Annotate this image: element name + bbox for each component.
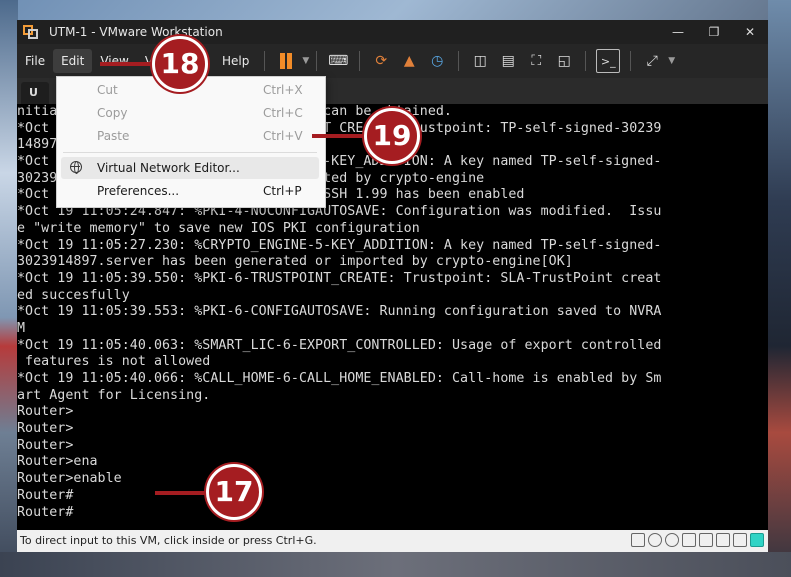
callout-17-badge: 17 — [206, 464, 262, 520]
console-line: Router>enable — [17, 471, 122, 487]
window-title: UTM-1 - VMware Workstation — [49, 25, 223, 39]
console-line: art Agent for Licensing. — [17, 387, 211, 403]
toolbar-separator — [264, 51, 266, 71]
keyboard-icon: ⌨ — [328, 53, 349, 69]
console-line: M — [17, 320, 26, 336]
console-line: Router> — [17, 404, 74, 420]
console-line: Router> — [17, 421, 74, 437]
snapshot-icon: ⟳ — [375, 53, 388, 69]
toolbar-separator — [458, 51, 460, 71]
wallpaper-bottom — [0, 552, 791, 577]
console-line: e "write memory" to save new IOS PKI con… — [17, 220, 420, 236]
toolbar-separator — [359, 51, 361, 71]
toolbar-separator — [316, 51, 318, 71]
maximize-button[interactable]: ❐ — [696, 20, 732, 44]
network-adapter-icon[interactable] — [682, 533, 696, 547]
console-line: Router# — [17, 487, 74, 503]
terminal-icon: >_ — [600, 54, 616, 68]
chevron-down-icon[interactable]: ▼ — [668, 56, 675, 66]
console-line: Router# — [17, 504, 74, 520]
menu-item-copy[interactable]: Copy Ctrl+C — [57, 102, 323, 124]
vm-tab[interactable]: U — [21, 82, 49, 104]
callout-18-pointer — [100, 62, 160, 66]
console-view-button[interactable]: >_ — [596, 49, 621, 73]
minimize-button[interactable]: — — [660, 20, 696, 44]
console-line: *Oct 19 11:05:40.063: %SMART_LIC-6-EXPOR… — [17, 337, 662, 353]
network-adapter-icon[interactable] — [716, 533, 730, 547]
usb-icon[interactable] — [733, 533, 747, 547]
globe-icon — [70, 161, 82, 174]
snapshot-manager-button[interactable]: ◷ — [426, 50, 448, 72]
callout-19-pointer — [312, 134, 368, 138]
menu-item-virtual-network-editor[interactable]: Virtual Network Editor... — [61, 157, 319, 179]
status-text: To direct input to this VM, click inside… — [20, 534, 317, 547]
menu-view[interactable]: View — [92, 49, 136, 73]
console-line: *Oct 19 11:05:39.553: %PKI-6-CONFIGAUTOS… — [17, 304, 662, 320]
status-bar: To direct input to this VM, click inside… — [17, 530, 768, 552]
menu-item-paste[interactable]: Paste Ctrl+V — [57, 125, 323, 147]
send-ctrl-alt-del-button[interactable]: ⌨ — [327, 50, 349, 72]
full-screen-button[interactable]: ⛶ — [525, 50, 547, 72]
pause-button[interactable] — [275, 50, 297, 72]
pause-icon — [278, 53, 294, 69]
wallpaper-right — [768, 0, 791, 577]
console-line: features is not allowed — [17, 354, 211, 370]
stretch-icon: ⤢ — [646, 53, 658, 69]
revert-snapshot-icon: ▲ — [403, 53, 415, 69]
device-status-icons — [631, 533, 764, 547]
close-button[interactable]: ✕ — [732, 20, 768, 44]
menu-item-preferences[interactable]: Preferences... Ctrl+P — [57, 180, 323, 202]
toolbar-separator — [630, 51, 632, 71]
edit-menu-dropdown: Cut Ctrl+X Copy Ctrl+C Paste Ctrl+V Virt… — [56, 76, 326, 208]
snapshot-manager-icon: ◷ — [431, 53, 444, 69]
console-line: *Oct 19 11:05:40.066: %CALL_HOME-6-CALL_… — [17, 371, 662, 386]
menu-help[interactable]: Help — [214, 49, 257, 73]
unity-icon: ◱ — [557, 53, 571, 69]
stretch-guest-button[interactable]: ⤢ — [641, 50, 663, 72]
menu-divider — [63, 152, 317, 153]
toolbar-separator — [585, 51, 587, 71]
console-line: Router> — [17, 437, 74, 453]
show-library-button[interactable]: ◫ — [469, 50, 491, 72]
callout-17-pointer — [155, 491, 211, 495]
console-line: Router>ena — [17, 454, 98, 470]
console-line: ed succesfully — [17, 287, 130, 303]
library-icon: ◫ — [473, 53, 487, 69]
menu-bar: File Edit View VM Tabs Help ▼ ⌨ ⟳ ▲ ◷ ◫ … — [17, 44, 768, 78]
callout-18-badge: 18 — [152, 36, 208, 92]
callout-19-badge: 19 — [364, 108, 420, 164]
thumbnail-bar-button[interactable]: ▤ — [497, 50, 519, 72]
vmware-logo-icon — [23, 25, 39, 39]
menu-file[interactable]: File — [17, 49, 53, 73]
snapshot-button[interactable]: ⟳ — [370, 50, 392, 72]
console-line: *Oct 19 11:05:39.550: %PKI-6-TRUSTPOINT_… — [17, 270, 662, 286]
network-adapter-icon[interactable] — [699, 533, 713, 547]
unity-button[interactable]: ◱ — [553, 50, 575, 72]
revert-snapshot-button[interactable]: ▲ — [398, 50, 420, 72]
full-screen-icon: ⛶ — [531, 53, 542, 69]
chevron-down-icon[interactable]: ▼ — [302, 56, 309, 66]
hard-disk-icon[interactable] — [631, 533, 645, 547]
wallpaper-left — [0, 0, 18, 577]
menu-edit[interactable]: Edit — [53, 49, 93, 73]
title-bar: UTM-1 - VMware Workstation — ❐ ✕ — [17, 20, 768, 44]
message-log-icon[interactable] — [750, 533, 764, 547]
cd-rom-icon[interactable] — [648, 533, 662, 547]
console-line: *Oct 19 11:05:27.230: %CRYPTO_ENGINE-5-K… — [17, 237, 662, 253]
floppy-icon[interactable] — [665, 533, 679, 547]
console-line: 3023914897.server has been generated or … — [17, 254, 573, 270]
thumbnail-icon: ▤ — [501, 53, 515, 69]
